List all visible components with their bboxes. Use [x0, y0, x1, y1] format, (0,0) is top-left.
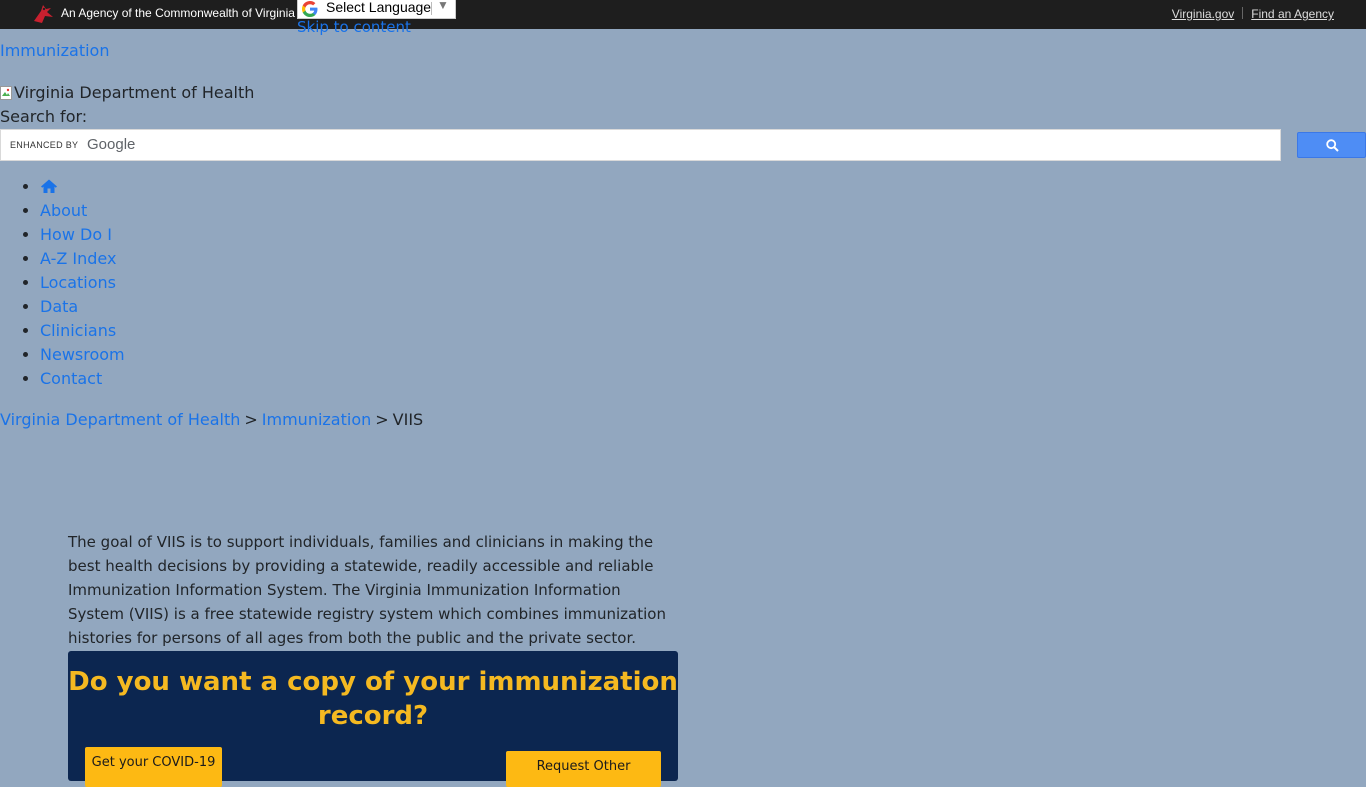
search-button[interactable] — [1297, 132, 1366, 158]
google-g-icon — [302, 1, 318, 17]
nav-item-home — [40, 175, 125, 199]
language-divider — [431, 2, 432, 15]
home-link[interactable] — [40, 177, 58, 201]
breadcrumb: Virginia Department of Health > Immunizati… — [0, 410, 423, 429]
search-icon — [1326, 139, 1339, 152]
nav-link-clinicians[interactable]: Clinicians — [40, 321, 116, 340]
vdh-logo[interactable]: Virginia Department of Health — [0, 83, 254, 102]
google-brand-text: Google — [87, 136, 136, 153]
cardinal-logo-icon — [34, 5, 53, 23]
request-other-button[interactable]: Request Other — [506, 751, 661, 787]
skip-to-content-link[interactable]: Skip to content — [297, 18, 411, 36]
breadcrumb-current: VIIS — [392, 410, 424, 429]
site-name-link[interactable]: Immunization — [0, 41, 109, 60]
top-links: Virginia.gov Find an Agency — [1172, 7, 1334, 21]
search-enhanced-text: ENHANCED BY — [10, 140, 79, 150]
nav-item-how-do-i: How Do I — [40, 223, 125, 247]
nav-link-a-z-index[interactable]: A-Z Index — [40, 249, 116, 268]
broken-image-icon — [0, 85, 12, 100]
nav-link-data[interactable]: Data — [40, 297, 78, 316]
nav-link-newsroom[interactable]: Newsroom — [40, 345, 125, 364]
record-request-panel: Do you want a copy of your immunization … — [68, 651, 678, 787]
intro-paragraph: The goal of VIIS is to support individua… — [68, 533, 666, 647]
breadcrumb-separator: > — [375, 410, 389, 429]
language-select-label: Select Language — [326, 0, 432, 15]
search-label: Search for: — [0, 107, 88, 126]
search-input[interactable]: ENHANCED BY Google — [0, 129, 1281, 161]
home-icon — [41, 179, 57, 193]
covid-record-button[interactable]: Get your COVID-19 — [85, 747, 222, 787]
agency-bar: An Agency of the Commonwealth of Virgini… — [0, 0, 1366, 36]
nav-item-a-z-index: A-Z Index — [40, 247, 125, 271]
nav-link-how-do-i[interactable]: How Do I — [40, 225, 112, 244]
language-select[interactable]: Select Language ▼ — [297, 0, 456, 19]
nav-item-about: About — [40, 199, 125, 223]
breadcrumb-separator: > — [244, 410, 258, 429]
breadcrumb-vdh-link[interactable]: Virginia Department of Health — [0, 410, 240, 429]
nav-link-contact[interactable]: Contact — [40, 369, 102, 388]
top-link-divider — [1242, 7, 1244, 19]
nav-item-data: Data — [40, 295, 125, 319]
nav-item-clinicians: Clinicians — [40, 319, 125, 343]
nav-item-newsroom: Newsroom — [40, 343, 125, 367]
nav-link-locations[interactable]: Locations — [40, 273, 116, 292]
find-agency-link[interactable]: Find an Agency — [1251, 7, 1334, 21]
nav-item-locations: Locations — [40, 271, 125, 295]
nav-link-about[interactable]: About — [40, 201, 87, 220]
breadcrumb-immunization-link[interactable]: Immunization — [262, 410, 371, 429]
main-nav: About How Do I A-Z Index Locations Data … — [0, 175, 125, 391]
logo-alt-text: Virginia Department of Health — [14, 83, 255, 102]
record-panel-title: Do you want a copy of your immunization … — [68, 667, 678, 731]
virginia-gov-link[interactable]: Virginia.gov — [1172, 7, 1234, 21]
dropdown-arrow-icon: ▼ — [437, 0, 449, 12]
agency-text: An Agency of the Commonwealth of Virgini… — [61, 6, 295, 20]
nav-item-contact: Contact — [40, 367, 125, 391]
